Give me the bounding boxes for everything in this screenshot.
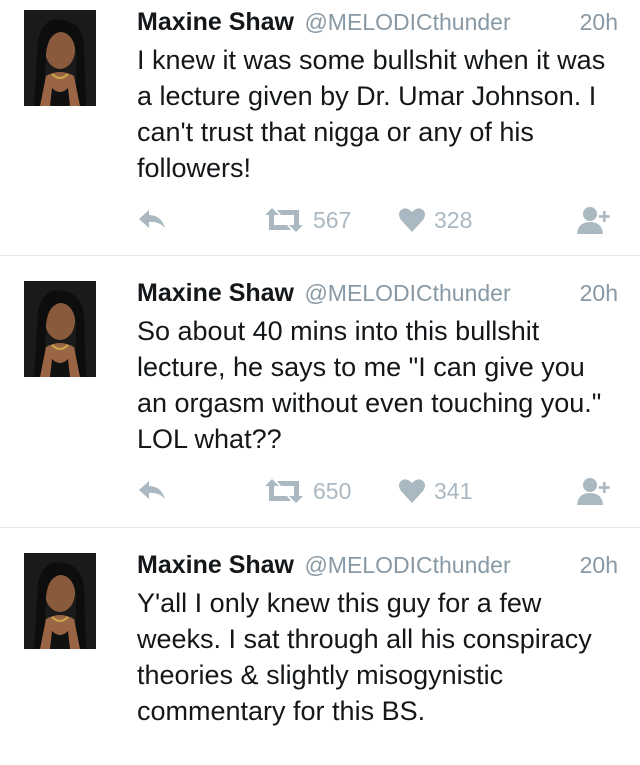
display-name[interactable]: Maxine Shaw — [137, 551, 294, 579]
like-count: 341 — [434, 477, 473, 504]
tweet-text: I knew it was some bullshit when it was … — [137, 45, 606, 183]
reply-button[interactable] — [137, 200, 167, 240]
tweet-actions: 567 328 — [0, 200, 640, 240]
user-handle[interactable]: @MELODICthunder — [304, 9, 510, 35]
retweet-icon — [265, 208, 303, 232]
avatar[interactable] — [24, 10, 96, 106]
tweet[interactable]: Maxine Shaw @MELODICthunder 20h Y'all I … — [0, 527, 640, 765]
display-name[interactable]: Maxine Shaw — [137, 8, 294, 36]
user-handle[interactable]: @MELODICthunder — [304, 552, 510, 578]
timestamp[interactable]: 20h — [580, 6, 618, 38]
avatar[interactable] — [24, 553, 96, 649]
tweet-header: Maxine Shaw @MELODICthunder 20h — [137, 277, 618, 309]
reply-button[interactable] — [137, 471, 167, 511]
timestamp[interactable]: 20h — [580, 549, 618, 581]
like-count: 328 — [434, 206, 473, 233]
reply-icon — [139, 481, 165, 499]
avatar-photo — [24, 281, 96, 377]
follow-user-icon — [577, 478, 610, 505]
avatar[interactable] — [24, 281, 96, 377]
timestamp[interactable]: 20h — [580, 277, 618, 309]
avatar-photo — [24, 10, 96, 106]
heart-icon — [399, 479, 425, 503]
tweet-header: Maxine Shaw @MELODICthunder 20h — [137, 549, 618, 581]
follow-user-icon — [577, 207, 610, 234]
tweet-text: So about 40 mins into this bullshit lect… — [137, 316, 602, 454]
tweet-header: Maxine Shaw @MELODICthunder 20h — [137, 6, 618, 38]
retweet-count: 650 — [313, 477, 352, 504]
tweet[interactable]: Maxine Shaw @MELODICthunder 20h So about… — [0, 255, 640, 528]
avatar-photo — [24, 553, 96, 649]
tweet[interactable]: Maxine Shaw @MELODICthunder 20h I knew i… — [0, 0, 640, 256]
tweet-text: Y'all I only knew this guy for a few wee… — [137, 588, 592, 726]
follow-button[interactable] — [576, 471, 610, 511]
like-button[interactable]: 341 — [398, 471, 472, 511]
reply-icon — [139, 210, 165, 228]
display-name[interactable]: Maxine Shaw — [137, 279, 294, 307]
like-button[interactable]: 328 — [398, 200, 472, 240]
retweet-icon — [265, 479, 303, 503]
retweet-button[interactable]: 650 — [263, 471, 351, 511]
retweet-count: 567 — [313, 206, 352, 233]
heart-icon — [399, 208, 425, 232]
tweet-actions: 650 341 — [0, 471, 640, 511]
retweet-button[interactable]: 567 — [263, 200, 351, 240]
user-handle[interactable]: @MELODICthunder — [304, 280, 510, 306]
follow-button[interactable] — [576, 200, 610, 240]
